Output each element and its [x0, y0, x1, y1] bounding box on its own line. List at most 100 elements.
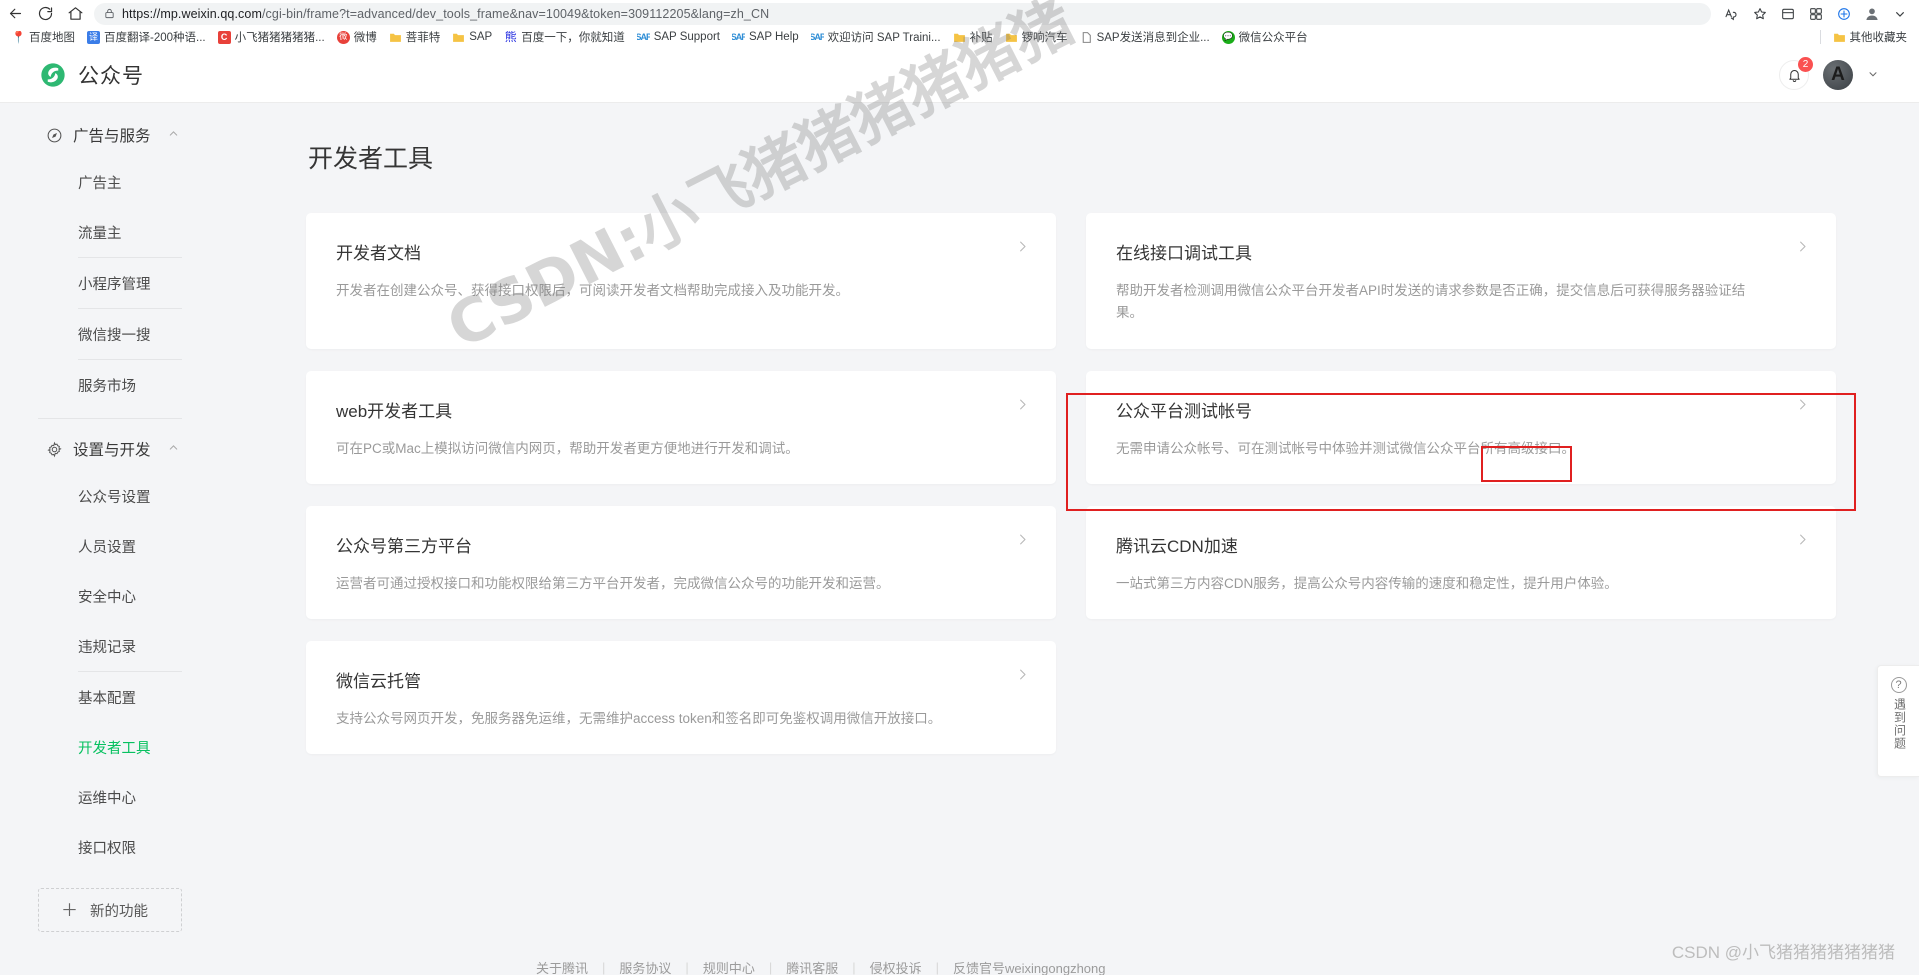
bookmark-label: 微博 — [353, 32, 377, 44]
footer-link-about-tencent[interactable]: 关于腾讯 — [536, 958, 588, 975]
bookmark-label: 菩菲特 — [405, 32, 441, 44]
other-bookmarks-button[interactable]: 其他收藏夹 — [1827, 28, 1914, 46]
footer-link-rules-center[interactable]: 规则中心 — [703, 958, 755, 975]
card-title: web开发者工具 — [336, 401, 453, 421]
baidu-icon: 熊 — [504, 30, 517, 44]
site-info-lock-icon[interactable] — [104, 7, 115, 20]
sidebar-item-ops-center[interactable]: 运维中心 — [78, 772, 228, 822]
bookmark-label: SAP发送消息到企业... — [1096, 32, 1210, 44]
bookmark-item[interactable]: 菩菲特 — [383, 28, 447, 46]
bookmark-item[interactable]: SAP SAP Help — [726, 30, 805, 45]
bookmark-item[interactable]: 微微博 — [331, 28, 383, 46]
card-tencent-cloud-cdn[interactable]: 腾讯云CDN加速 一站式第三方内容CDN服务，提高公众号内容传输的速度和稳定性，… — [1086, 505, 1836, 620]
footer-link-service-agreement[interactable]: 服务协议 — [619, 958, 671, 975]
browser-essentials-icon[interactable] — [1831, 3, 1857, 25]
site-header: 公众号 2 A — [0, 48, 1919, 103]
bookmark-item[interactable]: 补贴 — [947, 28, 999, 46]
bookmark-item[interactable]: C 小飞猪猪猪猪猪... — [212, 28, 331, 46]
sidebar-item-search[interactable]: 微信搜一搜 — [78, 309, 228, 359]
card-third-party-platform[interactable]: 公众号第三方平台 运营者可通过授权接口和功能权限给第三方平台开发者，完成微信公众… — [306, 505, 1056, 620]
brand-logo[interactable]: 公众号 — [38, 60, 144, 90]
gear-icon — [46, 441, 63, 458]
footer-separator: | — [768, 960, 773, 975]
bookmark-label: 锣响汽车 — [1021, 32, 1068, 44]
url-host: https://mp.weixin.qq.com — [122, 6, 262, 21]
home-button[interactable] — [60, 3, 90, 25]
back-button[interactable] — [0, 3, 30, 25]
sidebar-item-publisher[interactable]: 流量主 — [78, 207, 228, 257]
chevron-right-icon[interactable] — [1795, 239, 1810, 257]
sidebar-item-staff-settings[interactable]: 人员设置 — [78, 521, 228, 571]
bookmark-item[interactable]: 📍 百度地图 — [6, 28, 81, 46]
notifications-button[interactable]: 2 — [1779, 57, 1813, 90]
footer-link-tencent-support[interactable]: 腾讯客服 — [786, 958, 838, 975]
bookmark-item[interactable]: SAP 欢迎访问 SAP Traini... — [805, 28, 947, 46]
chevron-right-icon[interactable] — [1015, 532, 1030, 550]
card-test-account[interactable]: 公众平台测试帐号 无需申请公众帐号、可在测试帐号中体验并测试微信公众平台所有高级… — [1086, 370, 1836, 484]
bookmark-item[interactable]: SAP发送消息到企业... — [1074, 28, 1216, 46]
sidebar-item-label: 公众号设置 — [78, 489, 151, 506]
bookmark-item[interactable]: 译百度翻译-200种语... — [81, 28, 212, 46]
chevron-right-icon[interactable] — [1015, 397, 1030, 415]
sap-icon: SAP — [810, 31, 824, 42]
sidebar-item-label: 人员设置 — [78, 539, 136, 556]
sidebar-item-miniprogram[interactable]: 小程序管理 — [78, 258, 228, 308]
footer-link-infringement-report[interactable]: 侵权投诉 — [870, 958, 922, 975]
translate-icon: 译 — [87, 30, 100, 44]
bookmark-label: 百度地图 — [29, 32, 75, 44]
extensions-icon[interactable] — [1803, 3, 1829, 25]
sap-icon: SAP — [732, 31, 745, 42]
footer-link-feedback-account[interactable]: 反馈官号weixingongzhong — [953, 958, 1105, 975]
bookmark-item[interactable]: 锣响汽车 — [999, 28, 1074, 46]
collections-icon[interactable] — [1775, 3, 1801, 25]
profile-icon[interactable] — [1859, 3, 1885, 25]
card-description: 帮助开发者检测调用微信公众平台开发者API时发送的请求参数是否正确，提交信息后可… — [1116, 283, 1746, 321]
add-new-feature-button[interactable]: ＋ 新的功能 — [38, 888, 182, 932]
sidebar-item-basic-config[interactable]: 基本配置 — [78, 672, 228, 722]
card-wechat-cloud-hosting[interactable]: 微信云托管 支持公众号网页开发，免服务器免运维，无需维护access token… — [306, 641, 1056, 755]
sidebar-item-service-market[interactable]: 服务市场 — [78, 360, 228, 410]
footer-separator: | — [602, 960, 606, 975]
address-bar[interactable]: https://mp.weixin.qq.com/cgi-bin/frame?t… — [94, 2, 1711, 25]
favorite-star-icon[interactable] — [1747, 3, 1773, 25]
bookmark-item[interactable]: 💬 微信公众平台 — [1216, 28, 1314, 46]
sidebar-item-developer-tools[interactable]: 开发者工具 — [78, 722, 228, 772]
weibo-icon: 微 — [336, 30, 350, 44]
sidebar-item-api-permissions[interactable]: 接口权限 — [78, 822, 228, 872]
chevron-up-icon[interactable] — [167, 127, 180, 143]
bookmark-item[interactable]: SAP SAP Support — [631, 30, 726, 45]
card-online-api-debug-tool[interactable]: 在线接口调试工具 帮助开发者检测调用微信公众平台开发者API时发送的请求参数是否… — [1086, 213, 1836, 349]
browser-menu-icon[interactable] — [1887, 3, 1913, 25]
card-title: 微信云托管 — [336, 672, 421, 692]
bookmark-item[interactable]: 熊百度一下，你就知道 — [498, 28, 631, 46]
sidebar-item-advertiser[interactable]: 广告主 — [78, 157, 228, 207]
card-developer-docs[interactable]: 开发者文档 开发者在创建公众号、获得接口权限后，可阅读开发者文档帮助完成接入及功… — [306, 213, 1056, 349]
page-title: 开发者工具 — [308, 145, 434, 173]
reload-button[interactable] — [30, 3, 60, 25]
url-path: /cgi-bin/frame?t=advanced/dev_tools_fram… — [261, 6, 770, 21]
read-aloud-icon[interactable] — [1719, 3, 1745, 25]
sidebar-group-label: 设置与开发 — [73, 442, 151, 459]
card-web-developer-tools[interactable]: web开发者工具 可在PC或Mac上模拟访问微信内网页，帮助开发者更方便地进行开… — [306, 370, 1056, 484]
chevron-up-icon[interactable] — [167, 441, 180, 457]
bookmark-label: 欢迎访问 SAP Traini... — [827, 32, 941, 44]
avatar[interactable]: A — [1823, 60, 1853, 90]
chevron-down-icon[interactable] — [1867, 68, 1879, 83]
help-tab[interactable]: ? 遇到问题 — [1877, 665, 1919, 777]
chevron-right-icon[interactable] — [1015, 667, 1030, 685]
sidebar-item-security-center[interactable]: 安全中心 — [78, 571, 228, 621]
sidebar-group-label: 广告与服务 — [73, 128, 151, 145]
chevron-right-icon[interactable] — [1015, 239, 1030, 257]
browser-actions — [1719, 3, 1919, 25]
sidebar-group-settings-dev[interactable]: 设置与开发 — [0, 427, 228, 471]
bookmark-label: 微信公众平台 — [1238, 32, 1308, 44]
bookmark-item[interactable]: SAP — [446, 30, 498, 45]
chevron-right-icon[interactable] — [1795, 397, 1810, 415]
chevron-right-icon[interactable] — [1795, 532, 1810, 550]
bookmark-label: 百度一下，你就知道 — [521, 32, 625, 44]
sidebar-item-violation-records[interactable]: 违规记录 — [78, 621, 228, 671]
folder-icon — [1005, 31, 1018, 44]
sidebar-group-ads-services[interactable]: 广告与服务 — [0, 113, 228, 157]
sap-icon: SAP — [636, 31, 650, 42]
sidebar-item-account-settings[interactable]: 公众号设置 — [78, 471, 228, 521]
